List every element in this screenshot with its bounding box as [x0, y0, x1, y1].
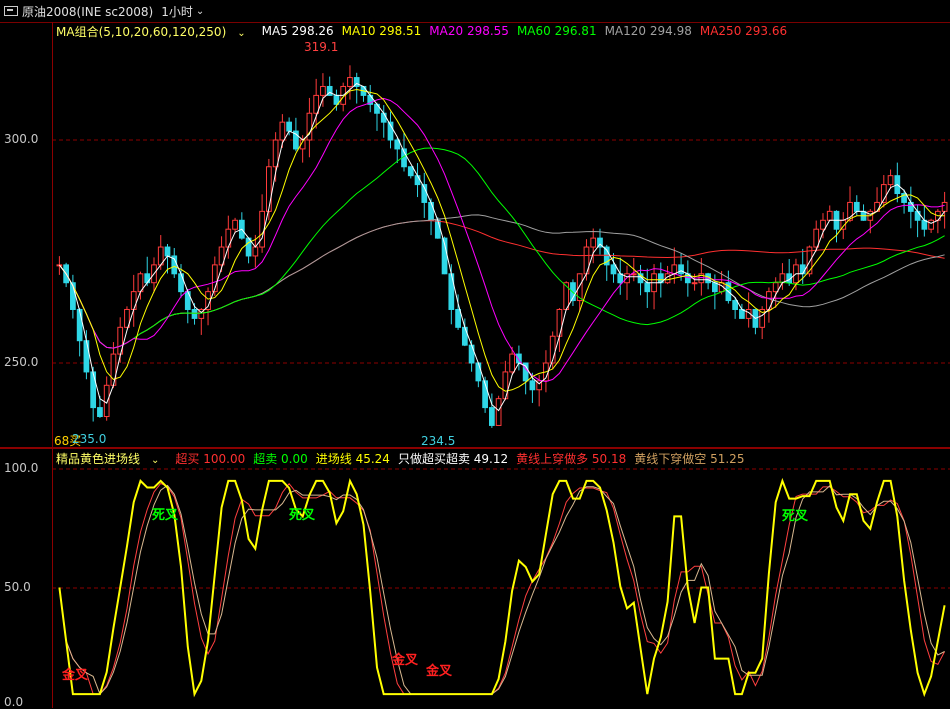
- candle-body: [468, 344, 475, 364]
- candle-body: [590, 237, 597, 248]
- candle-body: [826, 210, 833, 221]
- price-tick-250: 250.0: [4, 355, 39, 369]
- candle-body: [76, 308, 83, 342]
- candle-body: [907, 201, 914, 212]
- candle-body: [921, 219, 928, 230]
- candle-body: [164, 246, 171, 257]
- golden-cross-signal: 金叉: [62, 668, 89, 683]
- dead-cross-signal: 死叉: [782, 509, 809, 524]
- candle-body: [671, 264, 678, 275]
- candle-body: [130, 291, 137, 310]
- dead-cross-signal: 死叉: [152, 508, 179, 523]
- candle-body: [644, 282, 651, 293]
- price-chart[interactable]: [0, 0, 950, 450]
- yellow-entry-line: [58, 477, 946, 698]
- candle-body: [265, 166, 272, 212]
- indicator-legend: 精品黄色进场线 ⌄ 超买 100.00 超卖 0.00 进场线 45.24 只做超…: [56, 449, 752, 467]
- candle-body: [455, 308, 461, 328]
- candle-body: [495, 398, 502, 426]
- candle-body: [252, 246, 259, 257]
- indicator-tick-0: 0.0: [4, 695, 24, 709]
- indicator-selector[interactable]: 精品黄色进场线 ⌄: [56, 450, 167, 467]
- candlestick-series: [56, 65, 948, 428]
- candle-body: [414, 175, 421, 186]
- high-price-label: 319.1: [304, 40, 339, 54]
- signal-line-brown: [58, 484, 945, 696]
- candle-body: [83, 340, 90, 373]
- cross-up-value: 黄线上穿做多 50.18: [516, 451, 627, 466]
- candle-body: [347, 77, 353, 87]
- candle-body: [610, 264, 617, 275]
- entry-line-value: 进场线 45.24: [315, 451, 390, 466]
- candle-body: [617, 273, 624, 284]
- candle-body: [191, 308, 198, 319]
- only-ob-os-value: 只做超买超卖 49.12: [397, 451, 509, 466]
- candle-body: [914, 210, 921, 221]
- candle-body: [799, 264, 806, 275]
- candle-body: [678, 264, 684, 275]
- candle-body: [853, 201, 860, 212]
- candle-body: [772, 282, 779, 293]
- signal-line-red: [58, 482, 946, 695]
- candle-body: [509, 353, 516, 373]
- oversold-value: 超卖 0.00: [253, 451, 308, 466]
- candle-body: [887, 175, 894, 186]
- candle-body: [178, 273, 184, 293]
- candle-body: [272, 139, 279, 168]
- ma20-line: [59, 97, 945, 383]
- candle-body: [380, 112, 387, 123]
- indicator-tick-100: 100.0: [4, 461, 39, 475]
- golden-cross-signal: 金叉: [392, 653, 419, 668]
- candle-body: [529, 380, 536, 391]
- overbought-value: 超买 100.00: [175, 451, 246, 466]
- candle-body: [232, 219, 238, 230]
- candle-body: [624, 273, 630, 284]
- candle-body: [739, 308, 745, 319]
- candle-body: [97, 407, 103, 418]
- candle-body: [407, 166, 414, 177]
- candle-body: [711, 282, 718, 293]
- candle-body: [461, 326, 468, 346]
- candle-body: [434, 219, 441, 239]
- candle-body: [941, 201, 948, 212]
- golden-cross-signal: 金叉: [426, 664, 453, 679]
- candle-body: [556, 308, 563, 337]
- left-low-label: 235.0: [72, 432, 107, 446]
- candle-body: [103, 384, 110, 418]
- candle-body: [320, 85, 326, 96]
- candle-body: [110, 353, 117, 386]
- ma120-line: [59, 214, 945, 349]
- candle-body: [90, 371, 97, 409]
- chevron-down-icon: ⌄: [151, 454, 160, 466]
- candle-body: [475, 362, 482, 382]
- low-price-label: 234.5: [421, 434, 456, 448]
- candle-body: [286, 121, 293, 132]
- cross-down-value: 黄线下穿做空 51.25: [634, 451, 745, 466]
- candle-body: [428, 201, 434, 221]
- candle-body: [691, 282, 698, 285]
- candle-body: [779, 273, 786, 284]
- candle-body: [488, 407, 495, 426]
- candle-body: [732, 300, 739, 310]
- price-tick-300: 300.0: [4, 132, 39, 146]
- price-axis-line: [52, 22, 53, 448]
- indicator-tick-50: 50.0: [4, 580, 31, 594]
- indicator-axis-line: [52, 449, 53, 708]
- candle-body: [279, 121, 286, 141]
- candle-body: [563, 282, 570, 310]
- candle-body: [144, 273, 151, 284]
- candle-body: [820, 219, 826, 230]
- dead-cross-signal: 死叉: [289, 508, 316, 523]
- candle-body: [928, 219, 934, 230]
